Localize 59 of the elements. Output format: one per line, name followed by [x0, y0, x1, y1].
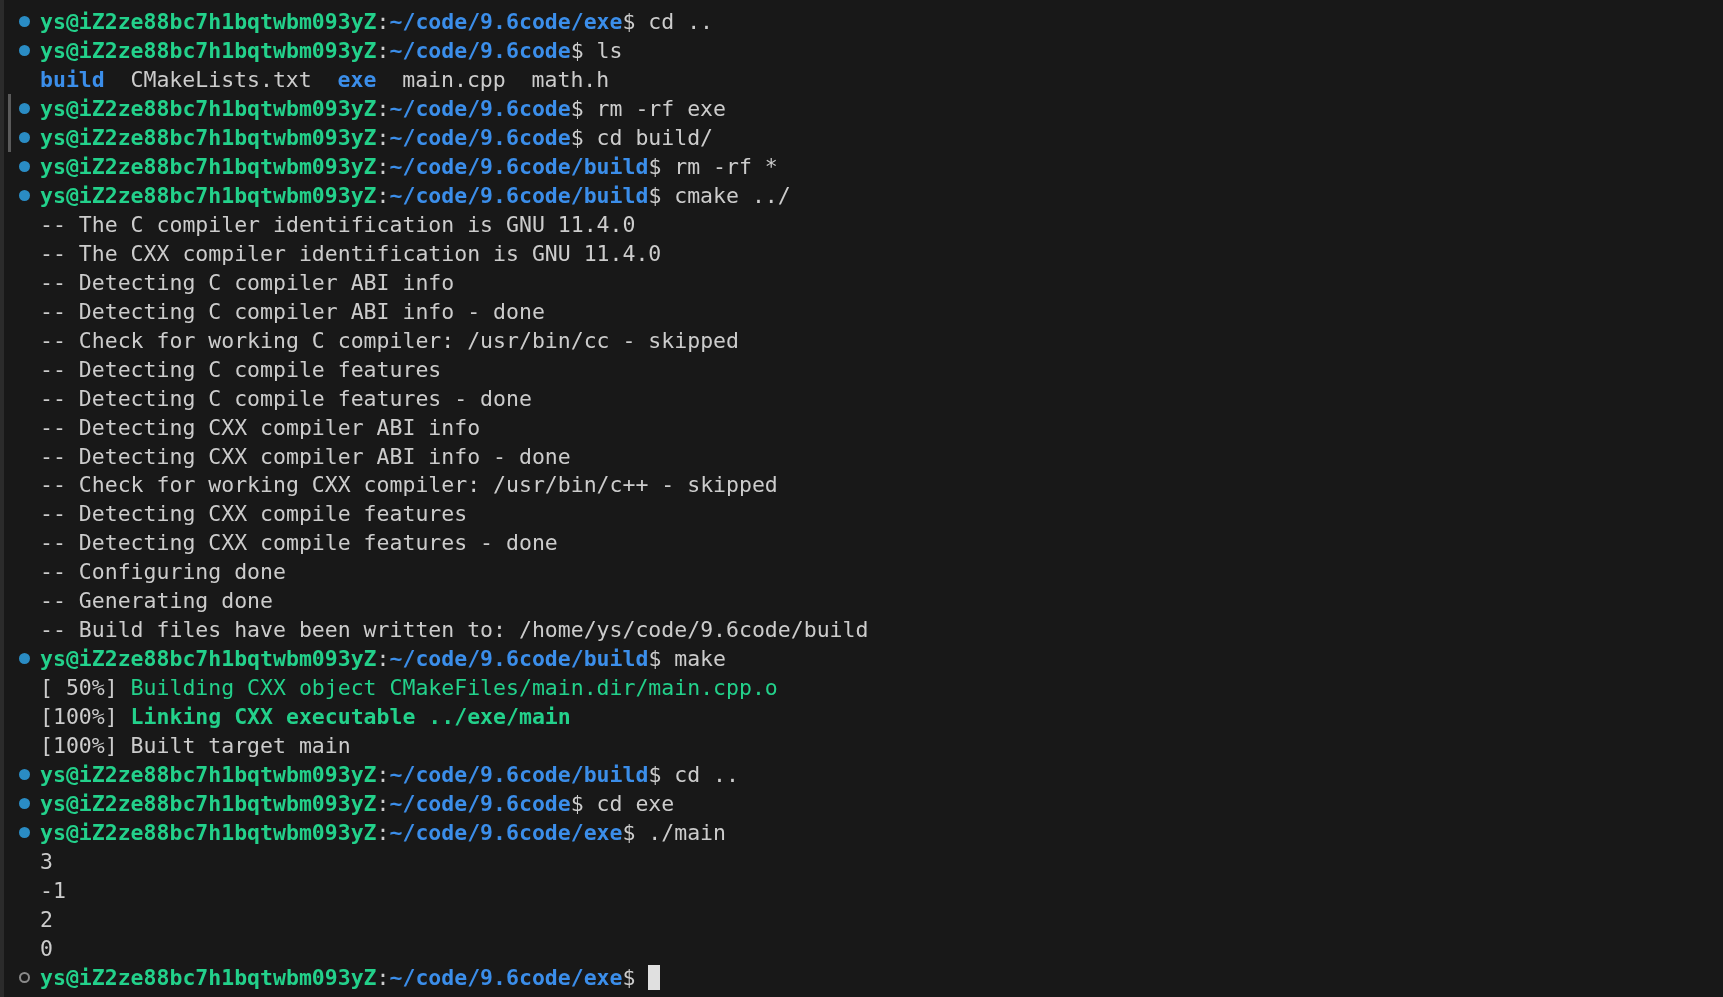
output-line: -1	[40, 878, 66, 904]
output-line: -- Check for working C compiler: /usr/bin/cc - skipped	[40, 327, 739, 353]
output-line: -- Detecting C compiler ABI info	[40, 269, 455, 295]
output-line: 0	[40, 936, 53, 961]
output-line: -- Detecting C compile features	[40, 356, 442, 382]
directory-name: exe	[337, 66, 377, 92]
output-line: -- Detecting CXX compile features - done	[40, 530, 558, 556]
shell-prompt: ys@iZ2ze88bc7h1bqtwbm093yZ:~/code/9.6code/build$	[40, 646, 662, 672]
shell-prompt: ys@iZ2ze88bc7h1bqtwbm093yZ:~/code/9.6code$	[40, 124, 584, 150]
command-decoration-icon[interactable]	[18, 102, 30, 114]
output-line: -- Generating done	[40, 588, 273, 614]
shell-prompt: ys@iZ2ze88bc7h1bqtwbm093yZ:~/code/9.6code/exe$	[40, 9, 636, 34]
file-name: CMakeLists.txt	[130, 66, 312, 92]
output-line: 2	[40, 907, 53, 932]
output-line: [ 50%] Building CXX object CMakeFiles/main.dir/main.cpp.o	[40, 675, 778, 701]
command-text: ls	[596, 37, 623, 63]
output-line: -- Detecting C compile features - done	[40, 385, 532, 411]
shell-prompt: ys@iZ2ze88bc7h1bqtwbm093yZ:~/code/9.6code/build$	[40, 762, 662, 788]
command-decoration-icon[interactable]	[18, 44, 30, 56]
directory-name: build	[40, 66, 105, 92]
shell-prompt: ys@iZ2ze88bc7h1bqtwbm093yZ:~/code/9.6code/build$	[40, 182, 662, 208]
output-line: -- Configuring done	[40, 559, 286, 585]
command-text: cmake ../	[674, 182, 791, 208]
output-line: -- Detecting CXX compiler ABI info	[40, 414, 481, 440]
shell-prompt: ys@iZ2ze88bc7h1bqtwbm093yZ:~/code/9.6code$	[40, 95, 584, 121]
command-decoration-icon[interactable]	[18, 189, 30, 201]
command-text: make	[674, 646, 726, 672]
output-line: -- Detecting CXX compiler ABI info - done	[40, 443, 571, 469]
shell-prompt: ys@iZ2ze88bc7h1bqtwbm093yZ:~/code/9.6code/exe$	[40, 964, 636, 990]
command-decoration-icon[interactable]	[18, 16, 30, 27]
command-text: ./main	[648, 820, 726, 846]
command-decoration-icon[interactable]	[18, 971, 30, 983]
file-name: math.h	[531, 66, 610, 92]
command-text: rm -rf *	[674, 153, 778, 179]
output-line: [100%] Linking CXX executable ../exe/main	[40, 704, 571, 730]
command-decoration-icon[interactable]	[18, 131, 30, 143]
shell-prompt: ys@iZ2ze88bc7h1bqtwbm093yZ:~/code/9.6code/build$	[40, 153, 662, 179]
output-line: -- Check for working CXX compiler: /usr/bin/c++ - skipped	[40, 472, 778, 498]
shell-prompt: ys@iZ2ze88bc7h1bqtwbm093yZ:~/code/9.6code/exe$	[40, 820, 636, 846]
command-text: rm -rf exe	[596, 95, 726, 121]
output-line: -- Build files have been written to: /home/ys/code/9.6code/build	[40, 617, 869, 643]
output-line: [100%] Built target main	[40, 733, 351, 759]
command-decoration-icon[interactable]	[18, 653, 30, 665]
command-text: cd ..	[648, 9, 714, 34]
command-decoration-icon[interactable]	[18, 798, 30, 810]
output-line: -- Detecting C compiler ABI info - done	[40, 298, 545, 324]
command-text: cd ..	[674, 762, 739, 788]
command-text: cd build/	[596, 124, 714, 150]
shell-prompt: ys@iZ2ze88bc7h1bqtwbm093yZ:~/code/9.6code$	[40, 37, 584, 63]
shell-prompt: ys@iZ2ze88bc7h1bqtwbm093yZ:~/code/9.6code$	[40, 791, 584, 817]
command-decoration-icon[interactable]	[18, 827, 30, 839]
command-decoration-icon[interactable]	[18, 769, 30, 781]
command-text: cd exe	[596, 791, 675, 817]
output-line: -- Detecting CXX compile features	[40, 501, 468, 527]
file-name: main.cpp	[402, 66, 506, 92]
output-line: -- The C compiler identification is GNU 11.4.0	[40, 211, 636, 237]
output-line: 3	[40, 849, 53, 875]
command-decoration-icon[interactable]	[18, 160, 30, 172]
output-line: -- The CXX compiler identification is GNU 11.4.0	[40, 240, 662, 266]
